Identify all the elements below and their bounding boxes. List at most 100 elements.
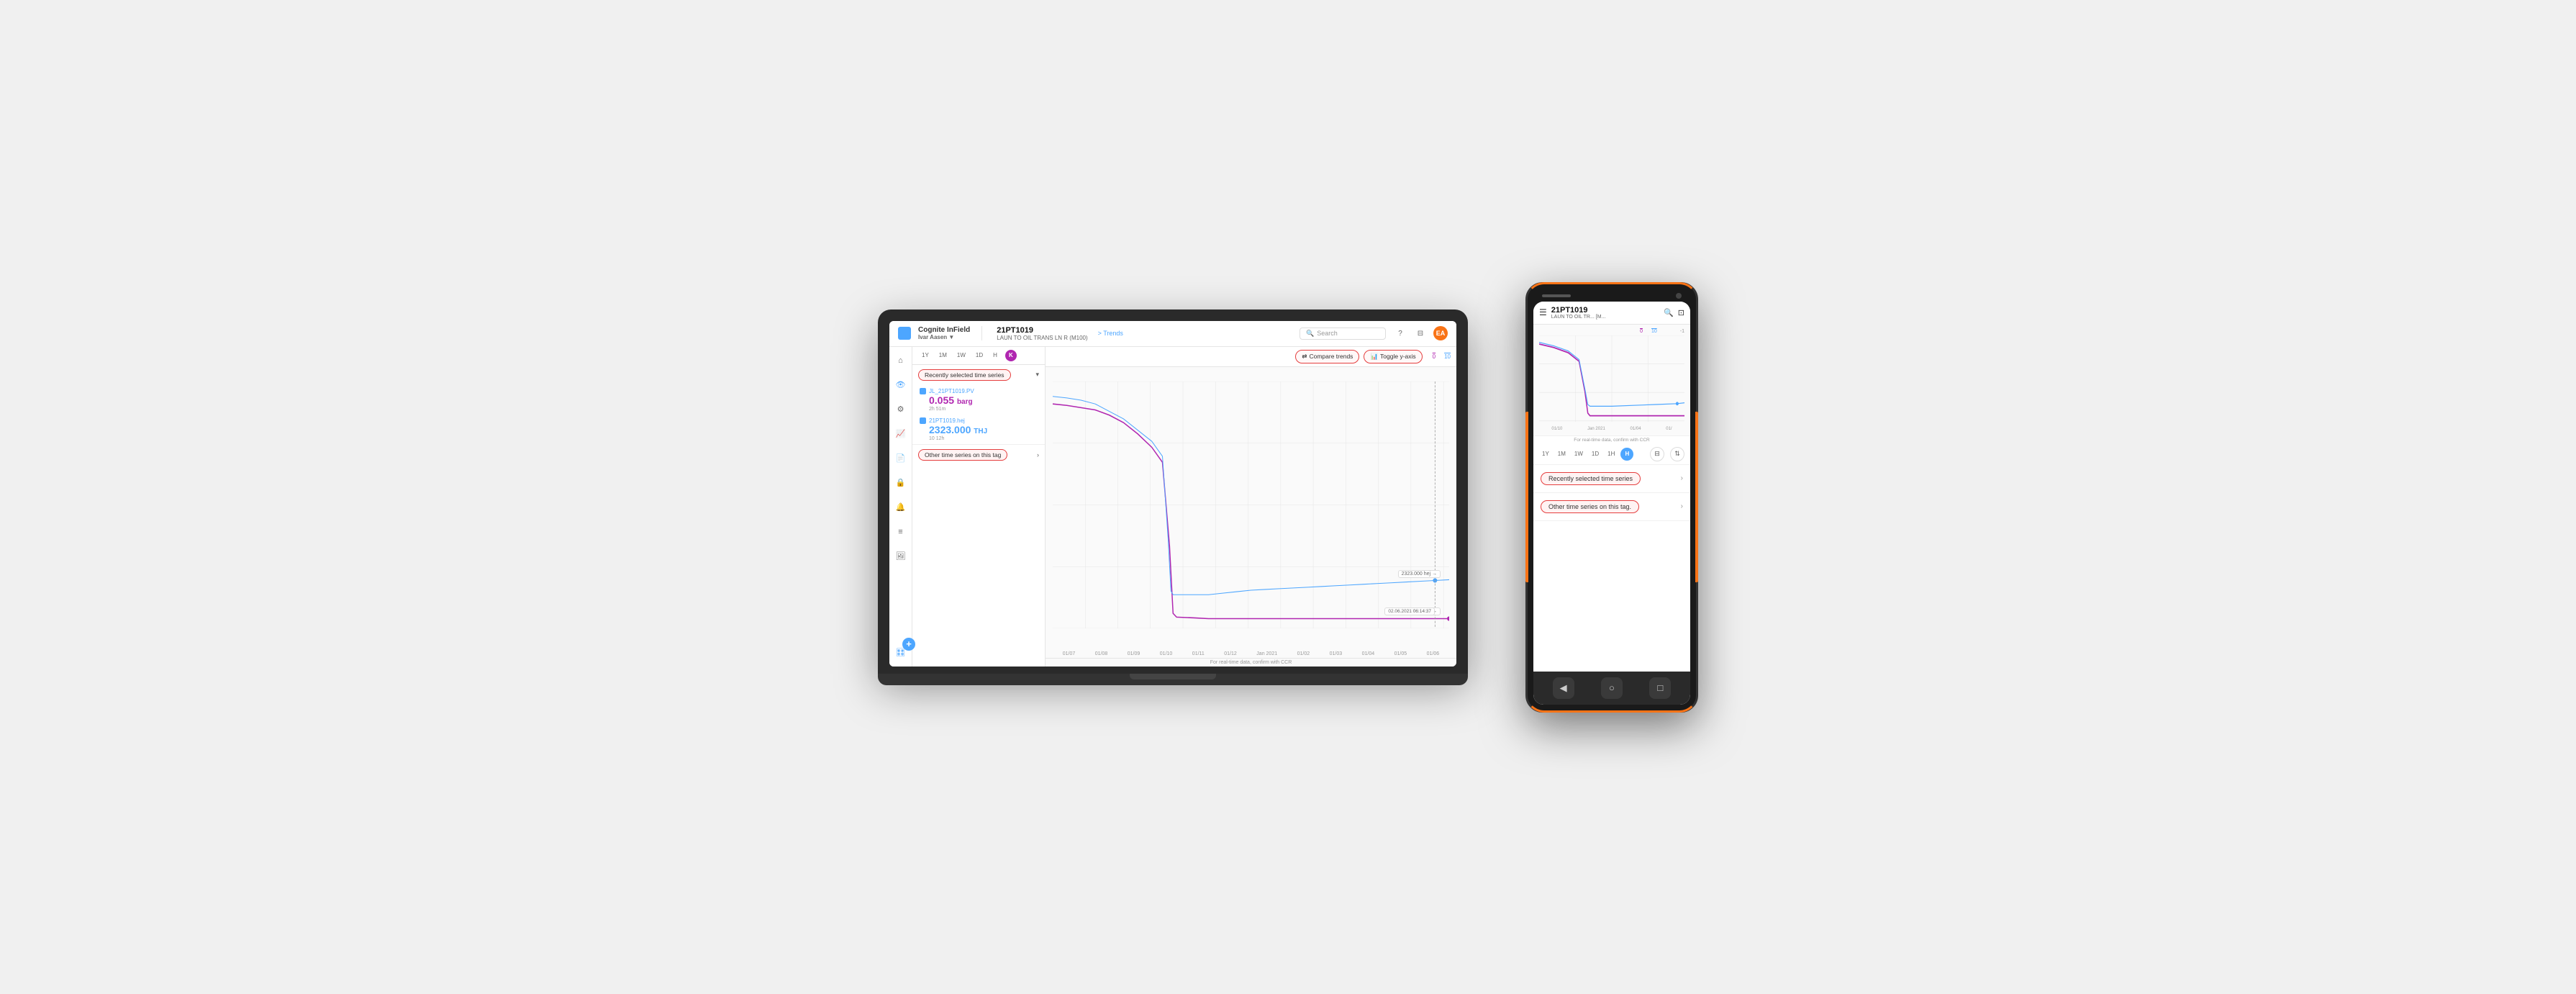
toggle-yaxis-label: Toggle y-axis xyxy=(1380,353,1416,360)
laptop-body: Cognite InField Ivar Aasen ▼ 21PT1019 LA… xyxy=(878,310,1468,674)
x-axis-labels: 01/07 01/08 01/09 01/10 01/11 01/12 Jan … xyxy=(1046,650,1456,658)
phone-x-04: 01/ xyxy=(1666,427,1672,431)
search-box[interactable]: 🔍 Search xyxy=(1300,327,1386,340)
x-label-09: 01/03 xyxy=(1330,651,1343,656)
sidebar-home-icon[interactable]: ⌂ xyxy=(893,353,909,369)
app-logo xyxy=(898,327,911,340)
sidebar-lock-icon[interactable]: 🔒 xyxy=(893,475,909,491)
phone-time-1y[interactable]: 1Y xyxy=(1539,449,1552,458)
compare-icon: ⇄ xyxy=(1302,353,1307,361)
phone-tag-desc: LAUN TO OIL TR... [M... xyxy=(1551,315,1659,320)
sidebar-bell-icon[interactable]: 🔔 xyxy=(893,500,909,515)
phone-x-01: 01/10 xyxy=(1551,427,1562,431)
ts-age-1: 2h 51m xyxy=(920,407,1039,412)
time-1d-btn[interactable]: 1D xyxy=(972,351,987,360)
phone-recently-selected-item[interactable]: Recently selected time series › xyxy=(1533,465,1690,493)
phone-body: ☰ 21PT1019 LAUN TO OIL TR... [M... 🔍 ⊡ 0… xyxy=(1525,282,1698,713)
chart-svg-wrapper: 2323.000 hej → 0.056 barg → 02.06.2021 0… xyxy=(1046,367,1456,650)
time-toolbar: 1Y 1M 1W 1D H K xyxy=(912,347,1045,365)
x-label-01: 01/07 xyxy=(1063,651,1076,656)
phone-header-icons: 🔍 ⊡ xyxy=(1664,308,1684,317)
x-label-03: 01/09 xyxy=(1128,651,1140,656)
toggle-icon: 📊 xyxy=(1370,353,1378,361)
sidebar-doc-icon[interactable]: 📄 xyxy=(893,451,909,466)
phone-compare-btn[interactable]: ⇅ xyxy=(1670,447,1684,461)
y-axis-scale: 0 10 xyxy=(1433,353,1451,360)
phone-search-icon[interactable]: 🔍 xyxy=(1664,308,1674,317)
x-label-02: 01/08 xyxy=(1095,651,1108,656)
phone-sliders-btn[interactable]: ⊟ xyxy=(1650,447,1664,461)
other-ts-label: Other time series on this tag xyxy=(918,449,1007,461)
search-placeholder: Search xyxy=(1317,330,1338,337)
sidebar-eye-icon[interactable]: 👁 xyxy=(893,377,909,393)
other-ts-row[interactable]: Other time series on this tag › xyxy=(912,444,1045,465)
ts-name-1: JL_21PT1019.PV xyxy=(929,388,974,394)
phone-time-1w[interactable]: 1W xyxy=(1572,449,1586,458)
fab-button[interactable]: + xyxy=(902,638,915,651)
phone-qr-icon[interactable]: ⊡ xyxy=(1678,308,1684,317)
sidebar-chart-icon[interactable]: 📈 xyxy=(893,426,909,442)
asset-name[interactable]: Ivar Aasen ▼ xyxy=(918,334,970,340)
app-main: ⌂ 👁 ⚙ 📈 📄 🔒 🔔 ≡ 🖼 🎛 xyxy=(889,347,1456,667)
app-brand: Cognite InField Ivar Aasen ▼ xyxy=(918,326,970,340)
ts-value-2: 2323.000 THJ xyxy=(920,424,1039,436)
phone-recently-selected-chevron: › xyxy=(1681,474,1683,482)
phone-speaker xyxy=(1542,294,1571,297)
search-icon: 🔍 xyxy=(1306,330,1314,338)
phone-time-1d[interactable]: 1D xyxy=(1589,449,1602,458)
phone-recently-selected-label: Recently selected time series xyxy=(1541,472,1641,485)
ts-item-1: JL_21PT1019.PV 0.055 barg 2h 51m xyxy=(912,385,1045,415)
brand-name: Cognite InField xyxy=(918,326,970,334)
ts-checkbox-2[interactable] xyxy=(920,417,926,424)
tag-info: 21PT1019 LAUN TO OIL TRANS LN R (M100) xyxy=(997,326,1087,341)
tag-desc: LAUN TO OIL TRANS LN R (M100) xyxy=(997,335,1087,341)
sidebar-list-icon[interactable]: ≡ xyxy=(893,524,909,540)
phone-tag-id: 21PT1019 xyxy=(1551,306,1659,315)
phone-recent-btn[interactable]: □ xyxy=(1649,677,1671,699)
phone-camera xyxy=(1676,293,1682,299)
phone-wrapper: ☰ 21PT1019 LAUN TO OIL TR... [M... 🔍 ⊡ 0… xyxy=(1525,282,1698,713)
phone-time-1h[interactable]: 1H xyxy=(1605,449,1618,458)
phone-chart-area: 0 10 -1 xyxy=(1533,325,1690,435)
ts-item-1-header: JL_21PT1019.PV xyxy=(920,388,1039,394)
scene: Cognite InField Ivar Aasen ▼ 21PT1019 LA… xyxy=(712,282,1864,713)
phone-right-accent xyxy=(1695,412,1698,582)
ts-checkbox-1[interactable] xyxy=(920,388,926,394)
phone-home-btn[interactable]: ○ xyxy=(1601,677,1623,699)
x-label-06: 01/12 xyxy=(1224,651,1237,656)
x-label-10: 01/04 xyxy=(1362,651,1375,656)
phone-time-1m[interactable]: 1M xyxy=(1555,449,1569,458)
compare-trends-label: Compare trends xyxy=(1309,353,1353,360)
phone-y-0: 0 xyxy=(1640,329,1643,334)
help-icon-btn[interactable]: ? xyxy=(1393,326,1407,340)
avatar-btn[interactable]: EA xyxy=(1433,326,1448,340)
compare-trends-btn[interactable]: ⇄ Compare trends xyxy=(1295,350,1359,363)
recently-selected-chevron: ▾ xyxy=(1035,371,1039,379)
phone-header: ☰ 21PT1019 LAUN TO OIL TR... [M... 🔍 ⊡ xyxy=(1533,302,1690,325)
header-icons: ? ⊟ EA xyxy=(1393,326,1448,340)
sidebar-settings-icon[interactable]: ⚙ xyxy=(893,402,909,417)
phone-screen: ☰ 21PT1019 LAUN TO OIL TR... [M... 🔍 ⊡ 0… xyxy=(1533,302,1690,705)
time-1w-btn[interactable]: 1W xyxy=(953,351,969,360)
grid-icon-btn[interactable]: ⊟ xyxy=(1413,326,1428,340)
app-header: Cognite InField Ivar Aasen ▼ 21PT1019 LA… xyxy=(889,321,1456,347)
phone-menu-icon[interactable]: ☰ xyxy=(1539,307,1547,317)
phone-back-btn[interactable]: ◀ xyxy=(1553,677,1574,699)
other-ts-chevron: › xyxy=(1037,451,1039,458)
phone-y-labels: 0 10 -1 xyxy=(1539,329,1684,334)
x-label-08: 01/02 xyxy=(1297,651,1310,656)
tag-id: 21PT1019 xyxy=(997,326,1087,335)
time-1m-btn[interactable]: 1M xyxy=(935,351,951,360)
time-h-btn[interactable]: H xyxy=(989,351,1001,360)
time-1y-btn[interactable]: 1Y xyxy=(918,351,933,360)
recently-selected-section[interactable]: Recently selected time series ▾ xyxy=(912,365,1045,385)
phone-other-ts-item[interactable]: Other time series on this tag. › xyxy=(1533,493,1690,521)
phone-y-10: 10 xyxy=(1651,329,1657,334)
phone-tag-info: 21PT1019 LAUN TO OIL TR... [M... xyxy=(1551,306,1659,320)
phone-realtime-note: For real-time data, confirm with CCR xyxy=(1533,435,1690,444)
ts-age-2: 10 12h xyxy=(920,436,1039,441)
phone-bottom-nav: ◀ ○ □ xyxy=(1533,672,1690,705)
toggle-yaxis-btn[interactable]: 📊 Toggle y-axis xyxy=(1364,350,1422,363)
phone-other-ts-label: Other time series on this tag. xyxy=(1541,500,1639,513)
sidebar-image-icon[interactable]: 🖼 xyxy=(893,548,909,564)
